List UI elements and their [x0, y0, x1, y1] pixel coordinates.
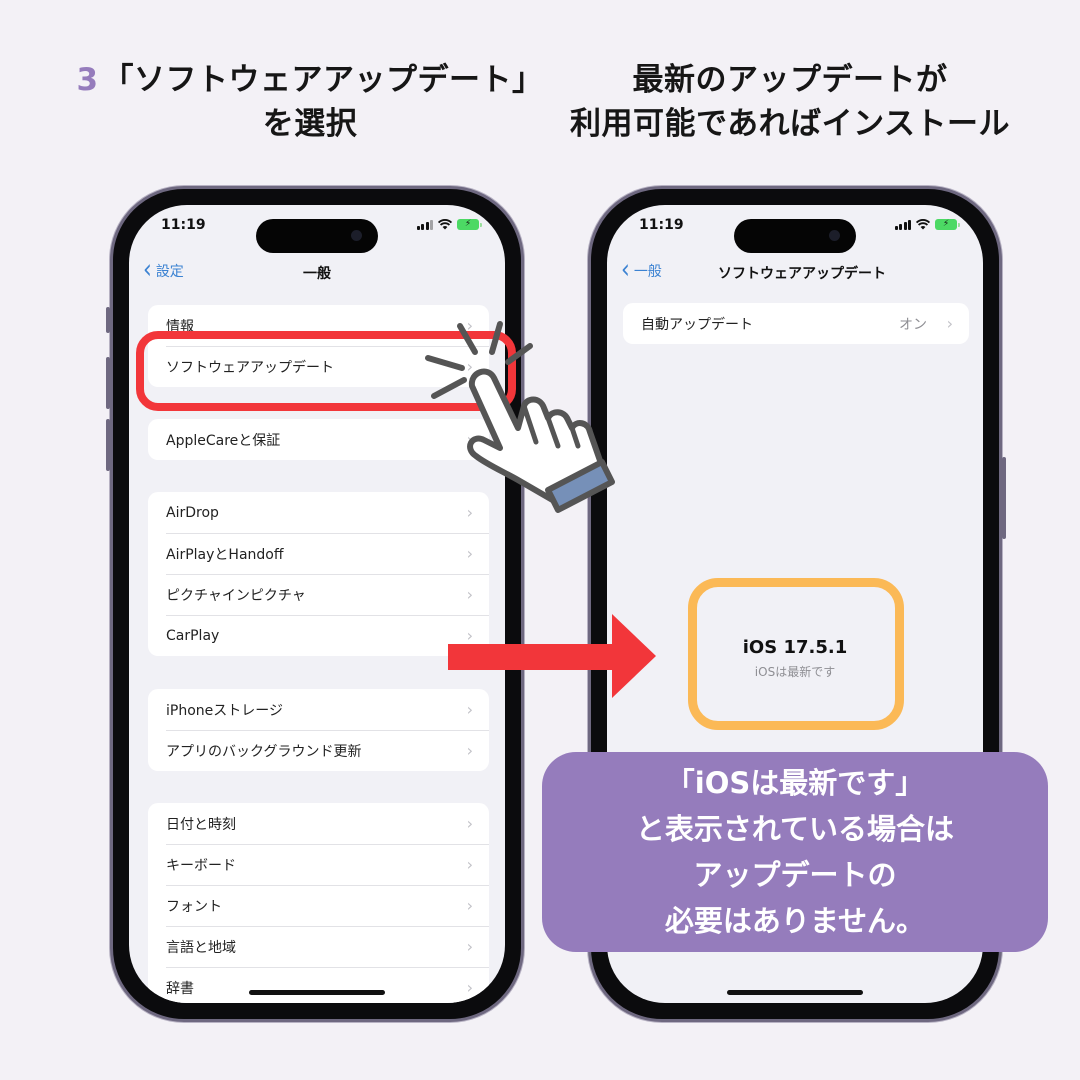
settings-item-label: 言語と地域: [166, 939, 236, 956]
status-time: 11:19: [639, 217, 684, 233]
settings-item-picture-in-picture[interactable]: ピクチャインピクチャ ›: [148, 574, 489, 615]
settings-item-label: アプリのバックグラウンド更新: [166, 743, 362, 760]
dynamic-island: [256, 219, 378, 253]
settings-item-label: AirDrop: [166, 504, 219, 521]
settings-item-label: 日付と時刻: [166, 816, 236, 833]
settings-item-label: キーボード: [166, 857, 236, 874]
volume-down-button: [106, 419, 110, 471]
wifi-icon: [916, 219, 930, 230]
settings-item-dictionary[interactable]: 辞書 ›: [148, 967, 489, 1003]
settings-item-label: フォント: [166, 898, 222, 915]
highlight-box-ios-version: [688, 578, 904, 730]
home-indicator: [249, 990, 385, 995]
step-heading-line1: 「ソフトウェアアップデート」: [102, 62, 544, 98]
settings-item-label: ピクチャインピクチャ: [166, 587, 306, 604]
arrow-right-icon: [448, 614, 656, 698]
battery-charging-icon: ⚡: [457, 219, 482, 230]
power-button: [1002, 457, 1006, 539]
chevron-right-icon: ›: [466, 741, 473, 760]
action-button: [106, 307, 110, 333]
chevron-right-icon: ›: [466, 544, 473, 563]
chevron-right-icon: ›: [466, 814, 473, 833]
settings-item-iphone-storage[interactable]: iPhoneストレージ ›: [148, 689, 489, 730]
settings-group-3: AirDrop › AirPlayとHandoff › ピクチャインピクチャ ›…: [148, 492, 489, 656]
step-heading-line2: を選択: [262, 106, 358, 142]
battery-charging-icon: ⚡: [935, 219, 960, 230]
auto-update-value: オン: [899, 316, 927, 333]
settings-item-date-time[interactable]: 日付と時刻 ›: [148, 803, 489, 844]
settings-item-keyboard[interactable]: キーボード ›: [148, 844, 489, 885]
settings-item-label: 辞書: [166, 980, 194, 997]
settings-item-language-region[interactable]: 言語と地域 ›: [148, 926, 489, 967]
step-heading-right: 最新のアップデートが 利用可能であればインストール: [540, 58, 1040, 146]
callout-line: 必要はありません。: [664, 904, 926, 938]
settings-item-label: CarPlay: [166, 627, 220, 644]
callout-line: アップデートの: [693, 858, 897, 892]
settings-item-label: AirPlayとHandoff: [166, 546, 284, 563]
settings-item-background-refresh[interactable]: アプリのバックグラウンド更新 ›: [148, 730, 489, 771]
settings-item-carplay[interactable]: CarPlay ›: [148, 615, 489, 656]
status-icons: ⚡: [416, 219, 482, 230]
settings-group-5: 日付と時刻 › キーボード › フォント › 言語と地域 › 辞書 ›: [148, 803, 489, 1003]
chevron-right-icon: ›: [466, 896, 473, 915]
settings-item-label: iPhoneストレージ: [166, 702, 283, 719]
settings-item-label: AppleCareと保証: [166, 432, 281, 449]
step-heading-right-line2: 利用可能であればインストール: [569, 106, 1011, 142]
chevron-right-icon: ›: [466, 855, 473, 874]
step-heading-left: 3 「ソフトウェアアップデート」 を選択: [60, 58, 560, 146]
cellular-signal-icon: [894, 219, 911, 230]
callout-line: 「iOSは最新です」: [665, 766, 925, 800]
auto-update-label: 自動アップデート: [641, 316, 753, 333]
page-title: 一般: [303, 266, 331, 282]
status-time: 11:19: [161, 217, 206, 233]
auto-update-row[interactable]: 自動アップデート オン ›: [623, 303, 969, 344]
page-title: ソフトウェアアップデート: [718, 266, 886, 282]
settings-item-fonts[interactable]: フォント ›: [148, 885, 489, 926]
home-indicator: [727, 990, 863, 995]
step-heading-right-line1: 最新のアップデートが: [632, 62, 948, 98]
wifi-icon: [438, 219, 452, 230]
step-number: 3: [76, 62, 99, 98]
callout-line: と表示されている場合は: [635, 812, 955, 846]
auto-update-group: 自動アップデート オン ›: [623, 303, 969, 344]
chevron-right-icon: ›: [466, 978, 473, 997]
volume-up-button: [106, 357, 110, 409]
chevron-right-icon: ›: [466, 700, 473, 719]
callout-box: 「iOSは最新です」 と表示されている場合は アップデートの 必要はありません。: [542, 752, 1048, 952]
chevron-right-icon: ›: [946, 314, 953, 333]
chevron-right-icon: ›: [466, 937, 473, 956]
phone-left: 11:19 ⚡ ‹ 設定 一般 情報 › ソフトウェアアップデート › Appl…: [106, 186, 524, 1022]
settings-group-4: iPhoneストレージ › アプリのバックグラウンド更新 ›: [148, 689, 489, 771]
cellular-signal-icon: [416, 219, 433, 230]
chevron-right-icon: ›: [466, 585, 473, 604]
tap-hand-icon: [425, 321, 615, 513]
dynamic-island: [734, 219, 856, 253]
status-icons: ⚡: [894, 219, 960, 230]
settings-item-airplay-handoff[interactable]: AirPlayとHandoff ›: [148, 533, 489, 574]
